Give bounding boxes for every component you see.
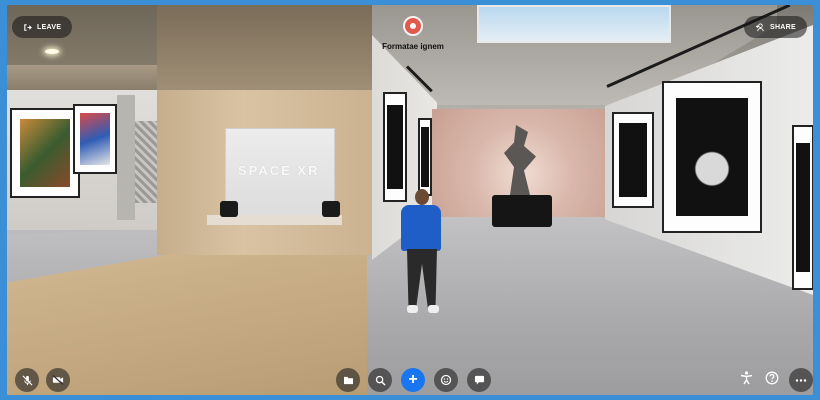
- chat-icon: [474, 375, 485, 385]
- wood-pavilion-top: [157, 5, 372, 95]
- add-icon: +: [408, 371, 418, 388]
- share-button[interactable]: SHARE: [743, 16, 807, 38]
- artwork-right-3: [792, 125, 813, 290]
- toggle-camera-button[interactable]: [46, 368, 70, 392]
- pillow: [220, 201, 238, 217]
- host-avatar[interactable]: [403, 16, 423, 36]
- user-avatar-shoe: [407, 305, 418, 313]
- host-name: Formatae ignem: [382, 42, 444, 51]
- ceiling-light: [45, 49, 59, 54]
- add-person-icon: [755, 22, 765, 32]
- screen-logo: SPACE XR: [238, 163, 320, 178]
- leave-button[interactable]: LEAVE: [12, 16, 73, 38]
- left-room-soffit: [7, 65, 172, 90]
- more-options-button[interactable]: [789, 368, 813, 392]
- user-avatar-head: [415, 189, 429, 205]
- more-icon: [795, 378, 807, 382]
- accessibility-icon: [740, 371, 753, 385]
- left-room-pillar: [117, 95, 135, 220]
- virtual-gallery-viewport[interactable]: SPACE XR LEAVE Formatae ignem SHARE +: [7, 5, 813, 395]
- artwork-near-1: [383, 92, 407, 202]
- help-button[interactable]: [765, 371, 779, 385]
- files-button[interactable]: [336, 368, 360, 392]
- mic-off-icon: [22, 375, 33, 386]
- folder-icon: [343, 376, 354, 385]
- skylight: [477, 5, 671, 43]
- person-icon: [410, 23, 416, 29]
- artwork-right-2: [662, 81, 762, 233]
- search-button[interactable]: [368, 368, 392, 392]
- mute-mic-button[interactable]: [15, 368, 39, 392]
- add-button[interactable]: +: [401, 368, 425, 392]
- user-avatar-body: [401, 205, 441, 251]
- sculpture-pedestal: [492, 195, 552, 227]
- emoji-reaction-button[interactable]: [434, 368, 458, 392]
- share-label: SHARE: [769, 23, 796, 31]
- artwork-right-1: [612, 112, 654, 208]
- artwork-near-2: [418, 118, 432, 196]
- artwork-left-2: [73, 104, 117, 174]
- leave-label: LEAVE: [37, 23, 62, 31]
- emoji-icon: [440, 374, 452, 386]
- pillow: [322, 201, 340, 217]
- accessibility-button[interactable]: [740, 371, 753, 385]
- search-icon: [375, 375, 386, 386]
- help-icon: [765, 371, 779, 385]
- artwork-left-1: [10, 108, 80, 198]
- camera-off-icon: [52, 375, 64, 385]
- exit-icon: [23, 23, 32, 32]
- chat-button[interactable]: [467, 368, 491, 392]
- user-avatar-shoe: [428, 305, 439, 313]
- video-screen[interactable]: SPACE XR: [225, 128, 335, 220]
